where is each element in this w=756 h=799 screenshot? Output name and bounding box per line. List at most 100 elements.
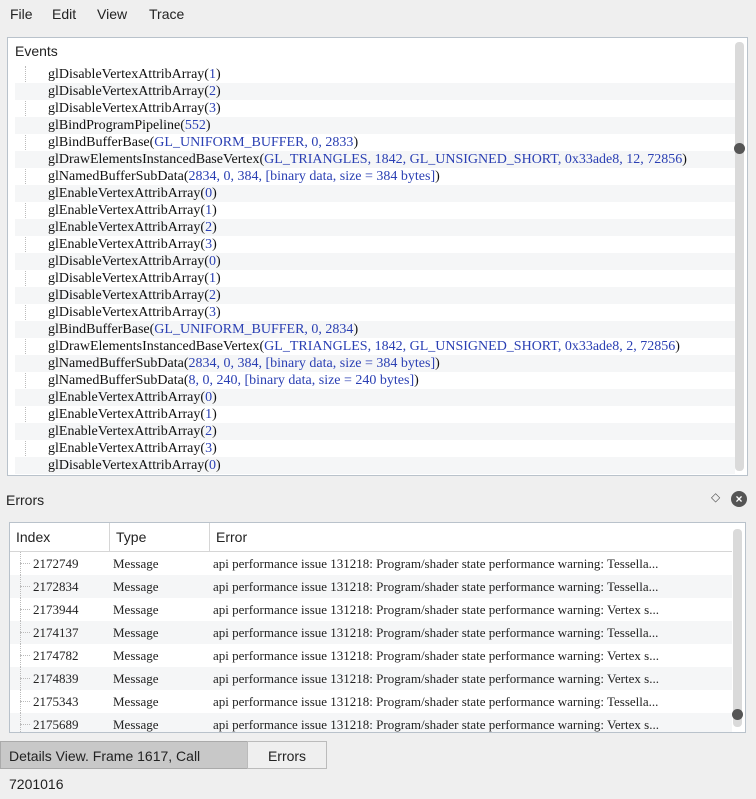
event-call: glEnableVertexAttribArray(1) bbox=[48, 202, 217, 219]
paren-close: ) bbox=[682, 152, 687, 167]
event-function-name: glNamedBufferSubData bbox=[48, 169, 184, 184]
paren-close: ) bbox=[215, 271, 221, 286]
event-row[interactable]: glDrawElementsInstancedBaseVertex(GL_TRI… bbox=[15, 338, 735, 355]
event-arguments: 2 bbox=[208, 288, 216, 303]
event-function-name: glDrawElementsInstancedBaseVertex bbox=[48, 339, 260, 354]
menu-view[interactable]: View bbox=[97, 6, 127, 22]
event-arguments: 3 bbox=[205, 441, 213, 456]
event-arguments: 3 bbox=[205, 237, 213, 252]
cell-index: 2174137 bbox=[33, 625, 79, 640]
errors-dock-title: Errors bbox=[6, 492, 45, 508]
event-call: glBindProgramPipeline(552) bbox=[48, 117, 211, 134]
event-arguments: GL_TRIANGLES, 1842, GL_UNSIGNED_SHORT, 0… bbox=[264, 152, 683, 167]
event-function-name: glEnableVertexAttribArray bbox=[48, 441, 201, 456]
table-row[interactable]: 2174782 Message api performance issue 1312… bbox=[10, 644, 732, 667]
event-row[interactable]: glDisableVertexAttribArray(2) bbox=[15, 83, 735, 100]
menu-trace[interactable]: Trace bbox=[149, 6, 184, 22]
table-row[interactable]: 2174839 Message api performance issue 1312… bbox=[10, 667, 732, 690]
menu-file[interactable]: File bbox=[10, 6, 33, 22]
paren-close: ) bbox=[212, 237, 217, 252]
event-function-name: glDisableVertexAttribArray bbox=[48, 67, 205, 82]
paren-close: ) bbox=[414, 373, 419, 388]
table-row[interactable]: 2173944 Message api performance issue 1312… bbox=[10, 598, 732, 621]
table-row[interactable]: 2175343 Message api performance issue 1312… bbox=[10, 690, 732, 713]
column-header-type[interactable]: Type bbox=[110, 523, 210, 551]
cell-type: Message bbox=[113, 671, 159, 686]
event-row[interactable]: glDisableVertexAttribArray(3) bbox=[15, 100, 735, 117]
event-arguments: GL_UNIFORM_BUFFER, 0, 2833 bbox=[154, 135, 354, 150]
event-arguments: 1 bbox=[208, 271, 216, 286]
event-arguments: 3 bbox=[208, 101, 216, 116]
paren-close: ) bbox=[675, 339, 680, 354]
paren-close: ) bbox=[212, 407, 217, 422]
event-arguments: 2 bbox=[208, 84, 216, 99]
errors-scrollbar[interactable] bbox=[732, 529, 743, 727]
event-call: glNamedBufferSubData(8, 0, 240, [binary … bbox=[48, 372, 419, 389]
event-function-name: glEnableVertexAttribArray bbox=[48, 237, 201, 252]
diamond-icon[interactable]: ◇ bbox=[711, 490, 720, 504]
event-row[interactable]: glEnableVertexAttribArray(0) bbox=[15, 185, 735, 202]
event-row[interactable]: glBindProgramPipeline(552) bbox=[15, 117, 735, 134]
event-call: glDisableVertexAttribArray(3) bbox=[48, 304, 221, 321]
event-call: glEnableVertexAttribArray(2) bbox=[48, 219, 217, 236]
event-row[interactable]: glEnableVertexAttribArray(2) bbox=[15, 423, 735, 440]
paren-close: ) bbox=[215, 288, 221, 303]
event-row[interactable]: glNamedBufferSubData(2834, 0, 384, [bina… bbox=[15, 168, 735, 185]
cell-type: Message bbox=[113, 625, 159, 640]
tab-errors[interactable]: Errors bbox=[247, 741, 327, 769]
errors-scroll-thumb[interactable] bbox=[732, 709, 743, 720]
tab-details-view[interactable]: Details View. Frame 1617, Call 7201016 bbox=[0, 741, 248, 792]
table-row[interactable]: 2175689 Message api performance issue 1312… bbox=[10, 713, 732, 732]
event-row[interactable]: glBindBufferBase(GL_UNIFORM_BUFFER, 0, 2… bbox=[15, 134, 735, 151]
event-arguments: 2 bbox=[205, 424, 213, 439]
event-arguments: 552 bbox=[184, 118, 206, 133]
cell-error: api performance issue 131218: Program/sh… bbox=[213, 648, 659, 663]
cell-type: Message bbox=[113, 694, 159, 709]
bottom-tab-bar: Details View. Frame 1617, Call 7201016 E… bbox=[0, 741, 756, 792]
events-list[interactable]: glDisableVertexAttribArray(1) glDisableVe… bbox=[15, 66, 735, 474]
event-row[interactable]: glNamedBufferSubData(2834, 0, 384, [bina… bbox=[15, 355, 735, 372]
column-header-index[interactable]: Index bbox=[10, 523, 110, 551]
events-scroll-thumb[interactable] bbox=[734, 143, 745, 154]
menu-edit[interactable]: Edit bbox=[52, 6, 76, 22]
event-row[interactable]: glNamedBufferSubData(8, 0, 240, [binary … bbox=[15, 372, 735, 389]
event-row[interactable]: glDisableVertexAttribArray(2) bbox=[15, 287, 735, 304]
event-row[interactable]: glDisableVertexAttribArray(0) bbox=[15, 253, 735, 270]
event-row[interactable]: glDrawElementsInstancedBaseVertex(GL_TRI… bbox=[15, 151, 735, 168]
event-row[interactable]: glDisableVertexAttribArray(1) bbox=[15, 270, 735, 287]
table-row[interactable]: 2172749 Message api performance issue 1312… bbox=[10, 552, 732, 575]
event-row[interactable]: glDisableVertexAttribArray(0) bbox=[15, 457, 735, 474]
event-row[interactable]: glEnableVertexAttribArray(3) bbox=[15, 440, 735, 457]
event-row[interactable]: glDisableVertexAttribArray(3) bbox=[15, 304, 735, 321]
event-call: glEnableVertexAttribArray(3) bbox=[48, 236, 217, 253]
event-arguments: 2834, 0, 384, [binary data, size = 384 b… bbox=[188, 356, 436, 371]
paren-close: ) bbox=[215, 458, 221, 473]
paren-close: ) bbox=[212, 186, 217, 201]
event-function-name: glDisableVertexAttribArray bbox=[48, 305, 205, 320]
event-row[interactable]: glBindBufferBase(GL_UNIFORM_BUFFER, 0, 2… bbox=[15, 321, 735, 338]
paren-close: ) bbox=[435, 356, 440, 371]
cell-type: Message bbox=[113, 717, 159, 732]
event-function-name: glDrawElementsInstancedBaseVertex bbox=[48, 152, 260, 167]
paren-close: ) bbox=[205, 118, 211, 133]
event-row[interactable]: glEnableVertexAttribArray(1) bbox=[15, 406, 735, 423]
paren-close: ) bbox=[353, 322, 359, 337]
table-row[interactable]: 2172834 Message api performance issue 1312… bbox=[10, 575, 732, 598]
event-row[interactable]: glEnableVertexAttribArray(2) bbox=[15, 219, 735, 236]
events-scrollbar[interactable] bbox=[734, 42, 745, 471]
event-row[interactable]: glEnableVertexAttribArray(1) bbox=[15, 202, 735, 219]
event-row[interactable]: glEnableVertexAttribArray(3) bbox=[15, 236, 735, 253]
event-call: glEnableVertexAttribArray(0) bbox=[48, 389, 217, 406]
cell-index: 2173944 bbox=[33, 602, 79, 617]
event-call: glDrawElementsInstancedBaseVertex(GL_TRI… bbox=[48, 151, 687, 168]
event-row[interactable]: glEnableVertexAttribArray(0) bbox=[15, 389, 735, 406]
paren-close: ) bbox=[435, 169, 440, 184]
event-row[interactable]: glDisableVertexAttribArray(1) bbox=[15, 66, 735, 83]
table-row[interactable]: 2174137 Message api performance issue 1312… bbox=[10, 621, 732, 644]
event-call: glEnableVertexAttribArray(3) bbox=[48, 440, 217, 457]
column-header-error[interactable]: Error bbox=[210, 523, 732, 551]
menu-bar: File Edit View Trace bbox=[0, 0, 756, 28]
event-call: glBindBufferBase(GL_UNIFORM_BUFFER, 0, 2… bbox=[48, 321, 358, 338]
close-icon[interactable]: × bbox=[731, 491, 747, 507]
paren-close: ) bbox=[215, 84, 221, 99]
